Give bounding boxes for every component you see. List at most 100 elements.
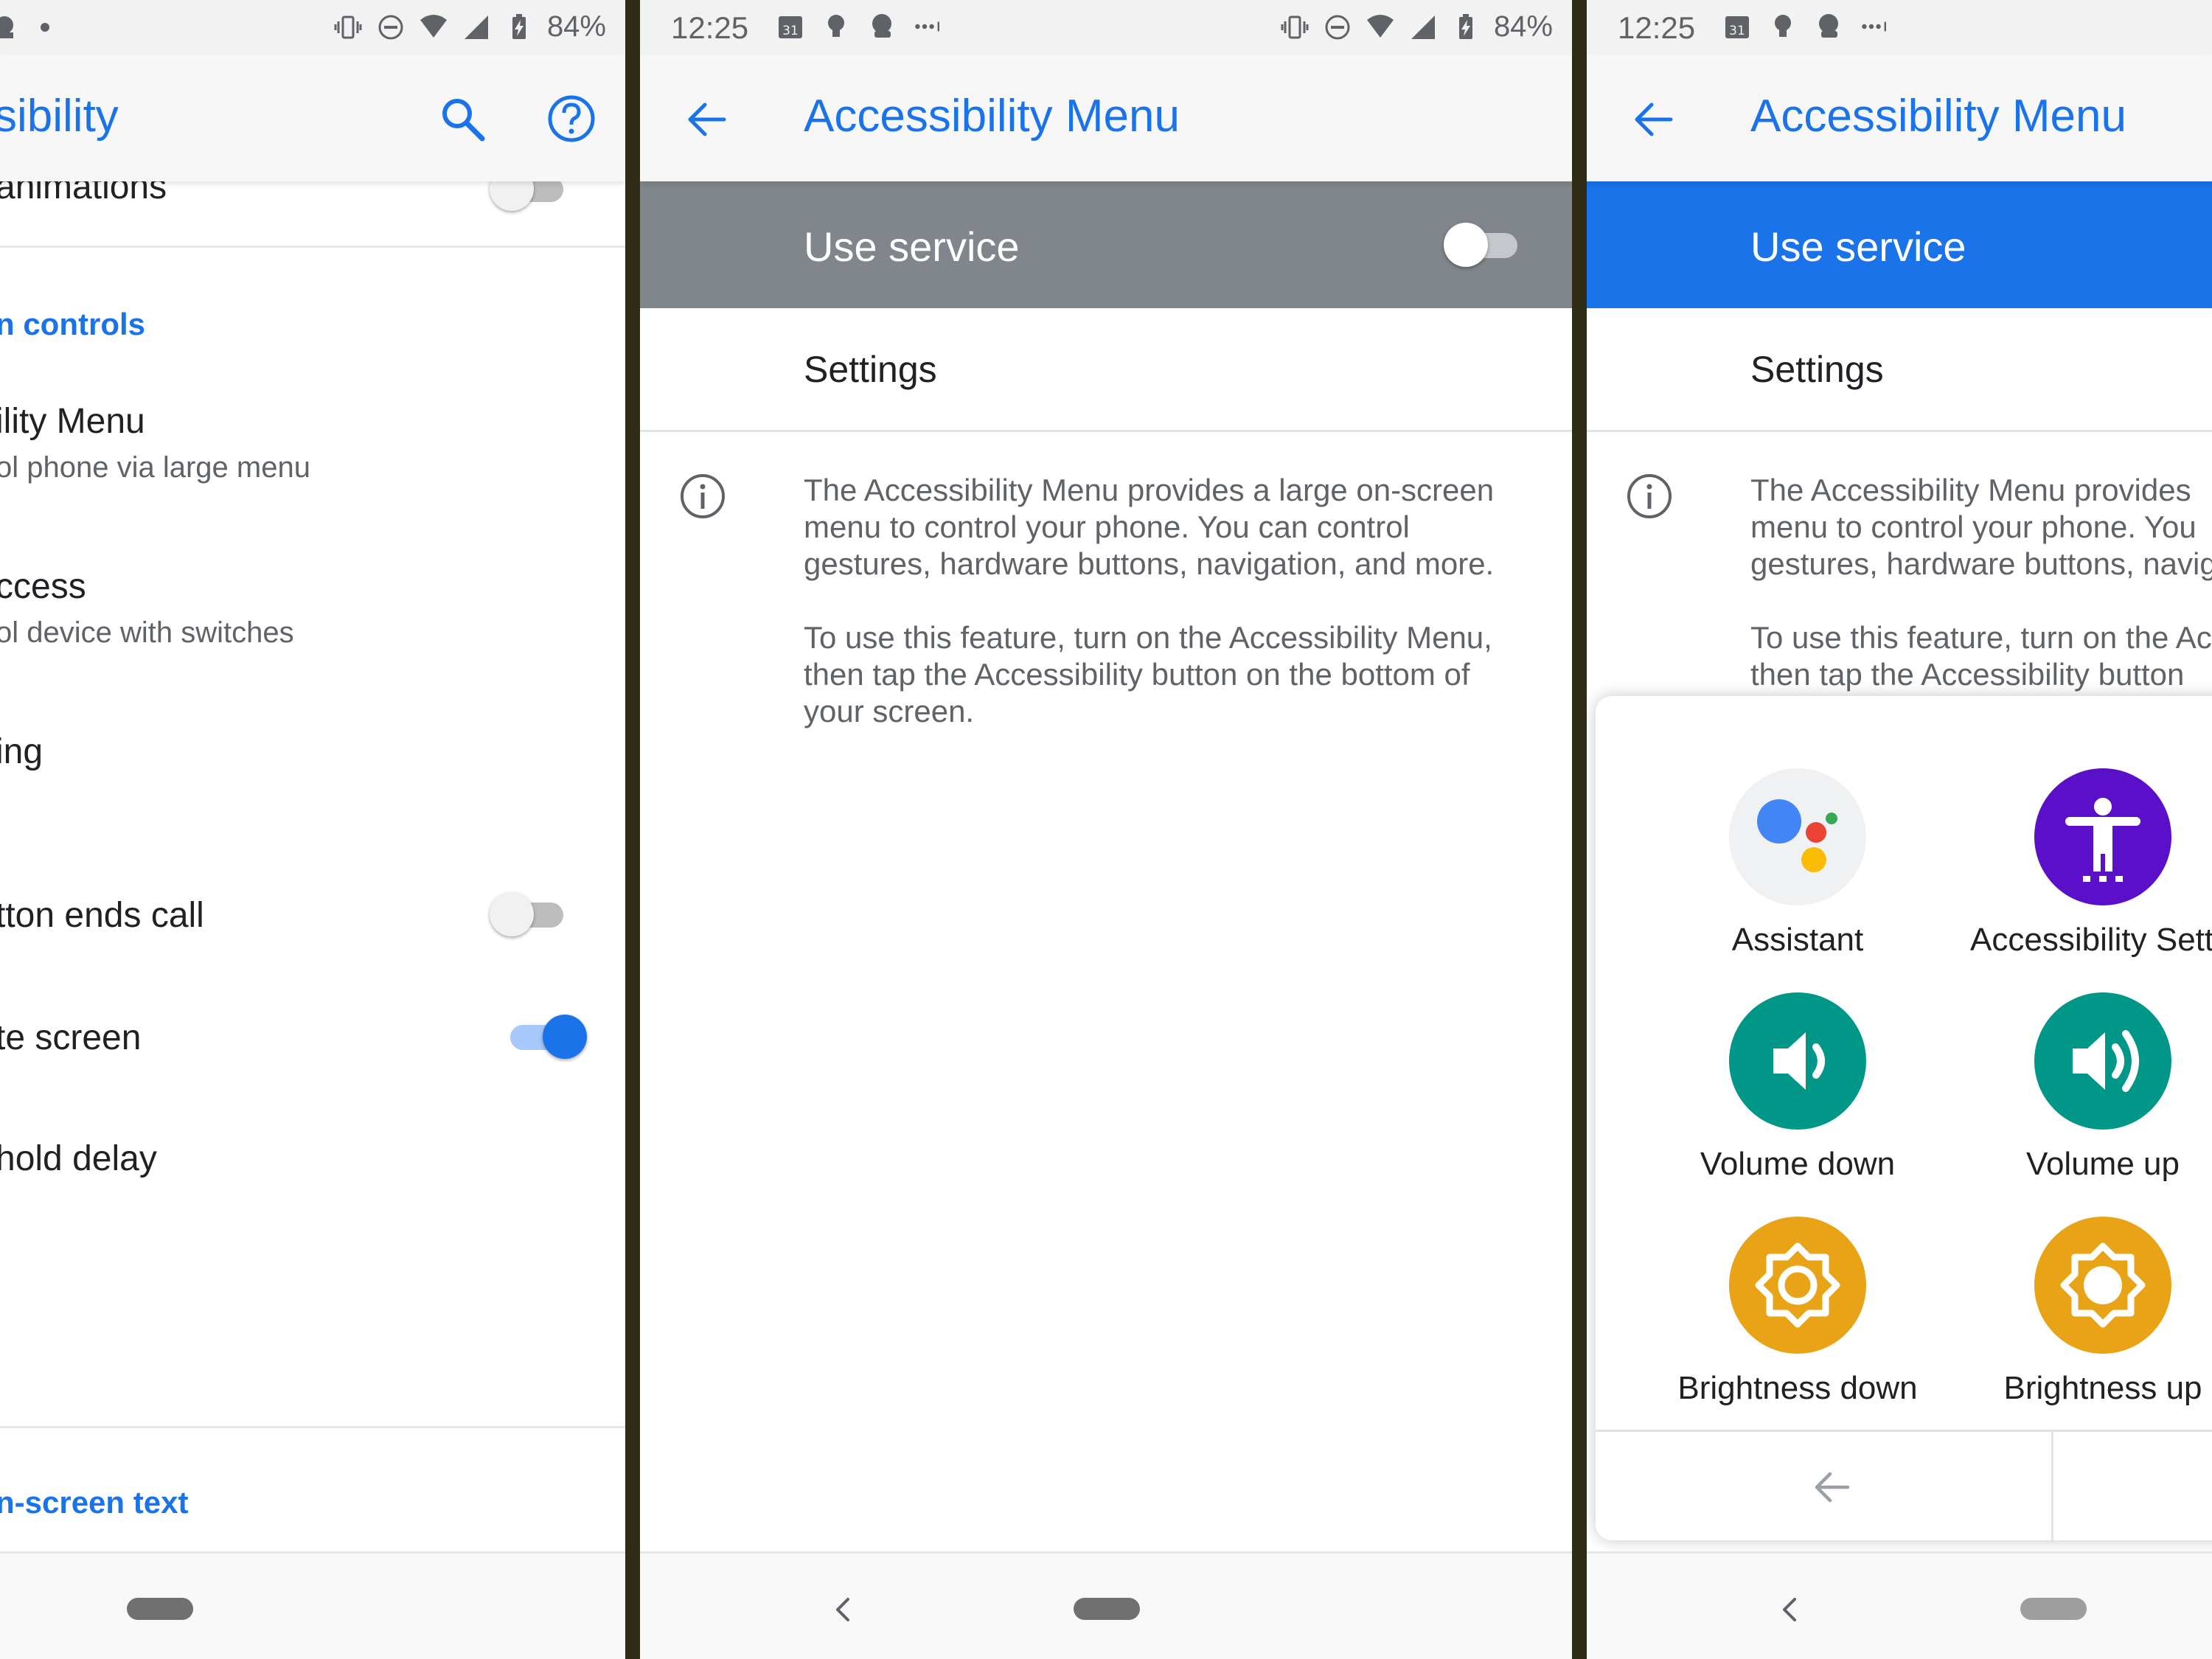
- section-on-screen-text: n-screen text: [0, 1485, 189, 1520]
- volume-down-tile[interactable]: Volume down: [1665, 992, 1930, 1183]
- brightness-down-tile[interactable]: Brightness down: [1665, 1217, 1930, 1407]
- accessibility-icon: [2065, 798, 2140, 882]
- more-notifications-icon: [915, 21, 939, 32]
- settings-label: Settings: [804, 349, 937, 390]
- wifi-icon: [1366, 14, 1394, 38]
- settings-label: Settings: [1750, 349, 1884, 390]
- description-paragraph-2: To use this feature, turn on the Ac then…: [1750, 620, 2212, 692]
- list-item-title: ing: [0, 732, 44, 771]
- list-item-subtitle: ol device with switches: [0, 616, 294, 649]
- app-bar: Accessibility Menu: [1587, 55, 2212, 181]
- lightbulb-icon: [1775, 15, 1791, 37]
- list-item-title: te screen: [0, 1018, 142, 1057]
- auto-rotate-toggle[interactable]: [501, 1015, 587, 1059]
- menu-footer: [1596, 1430, 2212, 1543]
- home-button[interactable]: [1074, 1598, 1140, 1620]
- vibrate-icon: [1281, 15, 1309, 38]
- status-time: 12:25: [1618, 10, 1696, 45]
- search-icon[interactable]: [437, 93, 488, 145]
- brightness-down-icon: [1755, 1242, 1840, 1328]
- volume-up-tile[interactable]: Volume up: [1970, 992, 2212, 1183]
- battery-percentage: 84%: [1493, 10, 1553, 43]
- divider: [0, 246, 625, 248]
- back-arrow-icon[interactable]: [1630, 96, 1677, 143]
- svg-text:31: 31: [1729, 24, 1745, 38]
- home-button[interactable]: [2020, 1598, 2087, 1620]
- tile-label: Brightness up: [2003, 1370, 2202, 1406]
- use-service-toggle[interactable]: [1444, 223, 1525, 267]
- use-service-label: Use service: [1750, 223, 1966, 270]
- nav-back-icon[interactable]: [1768, 1587, 1812, 1632]
- navigation-bar: [640, 1551, 1572, 1659]
- accessibility-menu-overlay: Assistant Accessibility Setti...: [1596, 696, 2212, 1543]
- brightness-up-tile[interactable]: Brightness up: [1970, 1217, 2212, 1407]
- volume-down-icon: [1773, 1032, 1825, 1090]
- status-bar: 84%: [0, 0, 625, 55]
- svg-text:31: 31: [782, 24, 799, 38]
- info-icon: [681, 474, 725, 518]
- google-assistant-icon: [1757, 799, 1837, 872]
- app-bar: Accessibility Menu: [640, 55, 1572, 181]
- tile-label: Brightness down: [1677, 1370, 1918, 1406]
- list-item-accessibility-menu[interactable]: ility Menu ol phone via large menu: [0, 391, 625, 501]
- section-interaction-controls: n controls: [0, 307, 146, 341]
- use-service-bar[interactable]: Use service: [640, 181, 1572, 308]
- notification-icon: [872, 14, 891, 38]
- calendar-icon: 31: [779, 16, 802, 38]
- accessibility-menu-panel-on: 12:25 31 Accessibility Menu Use service …: [1587, 0, 2212, 1659]
- nav-back-icon[interactable]: [821, 1587, 866, 1632]
- list-item-power-button-ends-call[interactable]: tton ends call: [0, 885, 625, 966]
- description-paragraph-1: The Accessibility Menu provides a large …: [804, 473, 1495, 581]
- calendar-icon: 31: [1725, 16, 1749, 38]
- use-service-bar[interactable]: Use service: [1587, 181, 2212, 308]
- dot-icon: [41, 23, 49, 32]
- help-icon[interactable]: [546, 93, 597, 145]
- navigation-bar: [1587, 1551, 2212, 1659]
- page-title: Accessibility Menu: [804, 91, 1180, 142]
- status-bar: 12:25 31 84%: [640, 0, 1572, 55]
- brightness-up-icon: [2060, 1242, 2146, 1328]
- settings-item[interactable]: Settings: [1587, 308, 2212, 432]
- accessibility-settings-panel: 84% sibility animations n controls ility…: [0, 0, 625, 1659]
- accessibility-menu-panel-off: 12:25 31 84% Accessibility Menu Use serv…: [640, 0, 1572, 1659]
- page-title: sibility: [0, 91, 119, 142]
- back-arrow-icon[interactable]: [683, 96, 730, 143]
- list-item-timing[interactable]: ing: [0, 723, 625, 804]
- status-bar: 12:25 31: [1587, 0, 2212, 55]
- page-title: Accessibility Menu: [1750, 91, 2126, 142]
- info-icon: [1627, 474, 1672, 518]
- tile-label: Accessibility Setti...: [1970, 922, 2212, 958]
- battery-charging-icon: [512, 13, 526, 39]
- list-item-title: ility Menu: [0, 402, 145, 441]
- list-item-touch-hold-delay[interactable]: hold delay: [0, 1128, 625, 1209]
- footer-divider: [2051, 1432, 2053, 1543]
- do-not-disturb-icon: [1325, 15, 1350, 39]
- battery-percentage: 84%: [546, 10, 606, 43]
- notification-icon: [0, 16, 13, 38]
- do-not-disturb-icon: [378, 15, 403, 39]
- assistant-tile[interactable]: Assistant: [1665, 768, 1930, 959]
- use-service-label: Use service: [804, 223, 1020, 270]
- vibrate-icon: [334, 15, 362, 38]
- home-button[interactable]: [127, 1598, 193, 1620]
- volume-up-icon: [2073, 1030, 2139, 1092]
- wifi-icon: [420, 14, 447, 38]
- tile-label: Volume up: [2026, 1146, 2180, 1182]
- power-ends-call-toggle[interactable]: [490, 892, 571, 936]
- notification-icon: [1819, 14, 1838, 38]
- navigation-bar: [0, 1551, 625, 1659]
- list-item-title: ccess: [0, 567, 86, 606]
- list-item-title: hold delay: [0, 1139, 157, 1178]
- description-paragraph-1: The Accessibility Menu provides menu to …: [1750, 473, 2212, 581]
- list-item-auto-rotate-screen[interactable]: te screen: [0, 1007, 625, 1088]
- app-bar: sibility: [0, 55, 625, 181]
- battery-charging-icon: [1458, 13, 1472, 39]
- list-item-switch-access[interactable]: ccess ol device with switches: [0, 557, 625, 668]
- more-notifications-icon: [1862, 21, 1886, 32]
- accessibility-settings-tile[interactable]: Accessibility Setti...: [1970, 768, 2212, 959]
- list-item-title: tton ends call: [0, 896, 204, 935]
- previous-page-icon[interactable]: [1809, 1465, 1854, 1509]
- list-item-subtitle: ol phone via large menu: [0, 451, 310, 484]
- settings-item[interactable]: Settings: [640, 308, 1572, 432]
- tile-label: Assistant: [1731, 922, 1864, 958]
